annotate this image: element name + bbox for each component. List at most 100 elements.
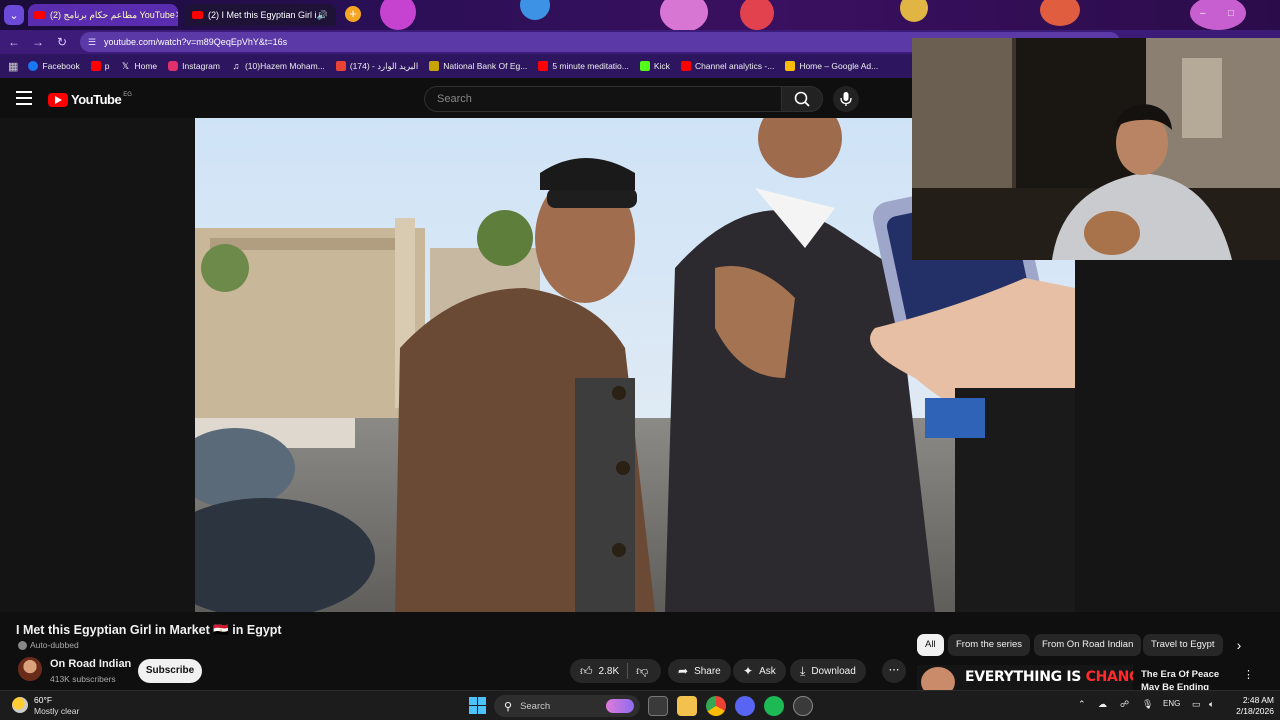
download-button[interactable]: ⤓ Download xyxy=(790,659,866,683)
share-button[interactable]: ➦ Share xyxy=(668,659,731,683)
youtube-logo[interactable]: YouTube EG xyxy=(48,92,132,107)
recommended-video-title[interactable]: The Era Of Peace May Be Ending xyxy=(1141,668,1237,690)
settings-gear-icon[interactable] xyxy=(793,696,813,716)
reload-icon[interactable]: ↻ xyxy=(54,34,70,50)
tab-title: (2) I Met this Egyptian Girl i xyxy=(208,10,317,20)
thumbs-up-icon[interactable]: 👍︎ xyxy=(580,664,593,679)
subscriber-count: 413K subscribers xyxy=(50,674,116,684)
chip-all[interactable]: All xyxy=(917,634,944,656)
auto-dubbed-label: Auto-dubbed xyxy=(30,640,79,650)
search-highlight-icon xyxy=(606,699,634,713)
microphone-icon[interactable]: 🎙︎ xyxy=(1142,699,1153,710)
thumbnail-text-white: EVERYTHING IS xyxy=(965,669,1086,685)
browser-tab-active[interactable]: (2) I Met this Egyptian Girl i 🔊 ✕ xyxy=(186,4,336,26)
bookmark-item[interactable]: Channel analytics -... xyxy=(680,61,774,71)
tab-search-button[interactable]: ⌄ xyxy=(4,5,24,25)
x-logo-icon: 𝕏 xyxy=(121,61,130,71)
dubbing-icon xyxy=(18,640,27,650)
chip-from-channel[interactable]: From On Road Indian xyxy=(1034,634,1142,656)
ask-button[interactable]: ✦ Ask xyxy=(733,659,786,683)
chip-from-the-series[interactable]: From the series xyxy=(948,634,1030,656)
apps-grid-icon[interactable]: ▦ xyxy=(8,60,18,73)
download-icon: ⤓ xyxy=(800,663,806,678)
bookmark-item[interactable]: p xyxy=(90,61,109,71)
hamburger-menu-icon[interactable] xyxy=(16,91,32,105)
youtube-icon xyxy=(90,61,101,71)
search-placeholder: Search xyxy=(437,93,472,105)
bookmark-item[interactable]: Instagram xyxy=(168,61,220,71)
wallpaper-decoration xyxy=(520,0,550,20)
monitor-icon[interactable]: ▭ xyxy=(1192,699,1201,710)
search-button[interactable] xyxy=(781,86,823,112)
back-icon[interactable]: ← xyxy=(6,34,22,50)
voice-search-button[interactable] xyxy=(833,86,859,112)
start-button[interactable] xyxy=(469,697,486,714)
bookmark-item[interactable]: Home – Google Ad... xyxy=(785,61,878,71)
bookmark-item[interactable]: National Bank Of Eg... xyxy=(429,61,527,71)
ask-label: Ask xyxy=(759,665,776,677)
search-input[interactable]: Search xyxy=(424,86,782,112)
language-indicator[interactable]: ENG xyxy=(1163,699,1180,708)
discord-icon[interactable] xyxy=(735,696,755,716)
wallpaper-decoration xyxy=(1190,0,1246,30)
clock-time[interactable]: 2:48 AM xyxy=(1234,695,1274,705)
spotify-icon[interactable] xyxy=(764,696,784,716)
clock-date[interactable]: 2/18/2026 xyxy=(1226,706,1274,716)
like-count[interactable]: 2.8K xyxy=(599,666,620,677)
network-tray-icon[interactable]: ☁ xyxy=(1098,699,1107,710)
bookmark-item[interactable]: (174) - البريد الوارد xyxy=(335,60,419,72)
speaker-icon[interactable]: 🔈︎ xyxy=(1209,699,1214,710)
maximize-icon[interactable]: □ xyxy=(1228,8,1234,19)
new-tab-button[interactable]: + xyxy=(345,6,361,22)
video-title: I Met this Egyptian Girl in Market 🇪🇬 in… xyxy=(16,623,282,637)
youtube-masthead: YouTube EG Search xyxy=(0,80,910,118)
bookmark-label: Home xyxy=(134,61,158,71)
thumbnail-text: EVERYTHING IS CHANGING xyxy=(965,669,1133,685)
auto-dubbed-badge: Auto-dubbed xyxy=(18,640,79,650)
tab-title: مطاعم حكام برنامج (2) YouTube xyxy=(50,9,175,20)
bookmark-item[interactable]: Kick xyxy=(639,61,670,71)
more-vert-icon[interactable]: ⋮ xyxy=(1243,668,1254,681)
bookmark-item[interactable]: ♫ (10)Hazem Moham... xyxy=(231,61,325,71)
headset-icon[interactable]: ☍ xyxy=(1120,699,1129,710)
thumbnail-text-red: CHANGING xyxy=(1085,669,1133,685)
country-code: EG xyxy=(123,92,132,98)
forward-icon[interactable]: → xyxy=(30,34,46,50)
microphone-icon xyxy=(840,92,852,106)
youtube-icon xyxy=(680,61,691,71)
site-info-icon[interactable]: ☰ xyxy=(88,37,98,47)
share-label: Share xyxy=(694,665,721,677)
weather-temperature: 60°F xyxy=(34,695,53,705)
weather-condition: Mostly clear xyxy=(34,706,80,716)
channel-name[interactable]: On Road Indian xyxy=(50,658,131,670)
bookmark-item[interactable]: 5 minute meditatio... xyxy=(538,61,629,71)
gmail-icon xyxy=(335,61,346,71)
webcam-frame xyxy=(912,38,1280,260)
browser-tab[interactable]: مطاعم حكام برنامج (2) YouTube ✕ xyxy=(28,4,178,26)
taskbar-search-label: Search xyxy=(520,700,551,712)
youtube-favicon-icon xyxy=(192,11,203,19)
weather-icon[interactable] xyxy=(12,697,28,713)
task-view-icon[interactable] xyxy=(648,696,668,716)
file-explorer-icon[interactable] xyxy=(677,696,697,716)
wallpaper-decoration xyxy=(900,0,928,22)
bookmark-item[interactable]: Facebook xyxy=(28,61,80,71)
speaker-icon[interactable]: 🔊 xyxy=(317,10,328,21)
subscribe-button[interactable]: Subscribe xyxy=(138,659,202,683)
bookmark-label: (174) - البريد الوارد xyxy=(349,60,419,71)
minimize-icon[interactable]: – xyxy=(1200,8,1206,19)
taskbar-search[interactable]: ⚲ Search xyxy=(494,695,640,717)
close-tab-icon[interactable]: ✕ xyxy=(175,10,178,21)
chip-travel-to-egypt[interactable]: Travel to Egypt xyxy=(1143,634,1223,656)
channel-avatar[interactable] xyxy=(18,657,42,681)
search-icon xyxy=(794,91,810,107)
instagram-icon xyxy=(168,61,179,71)
webcam-overlay xyxy=(912,38,1280,260)
chevron-right-icon[interactable]: › xyxy=(1229,634,1249,656)
chevron-up-icon[interactable]: ⌃ xyxy=(1078,699,1086,710)
more-actions-button[interactable]: ⋯ xyxy=(882,659,906,683)
chrome-icon[interactable] xyxy=(706,696,726,716)
recommended-video-thumbnail[interactable]: EVERYTHING IS CHANGING xyxy=(917,665,1133,690)
thumbs-down-icon[interactable]: 👎︎ xyxy=(636,664,648,679)
bookmark-item[interactable]: 𝕏 Home xyxy=(120,61,157,71)
